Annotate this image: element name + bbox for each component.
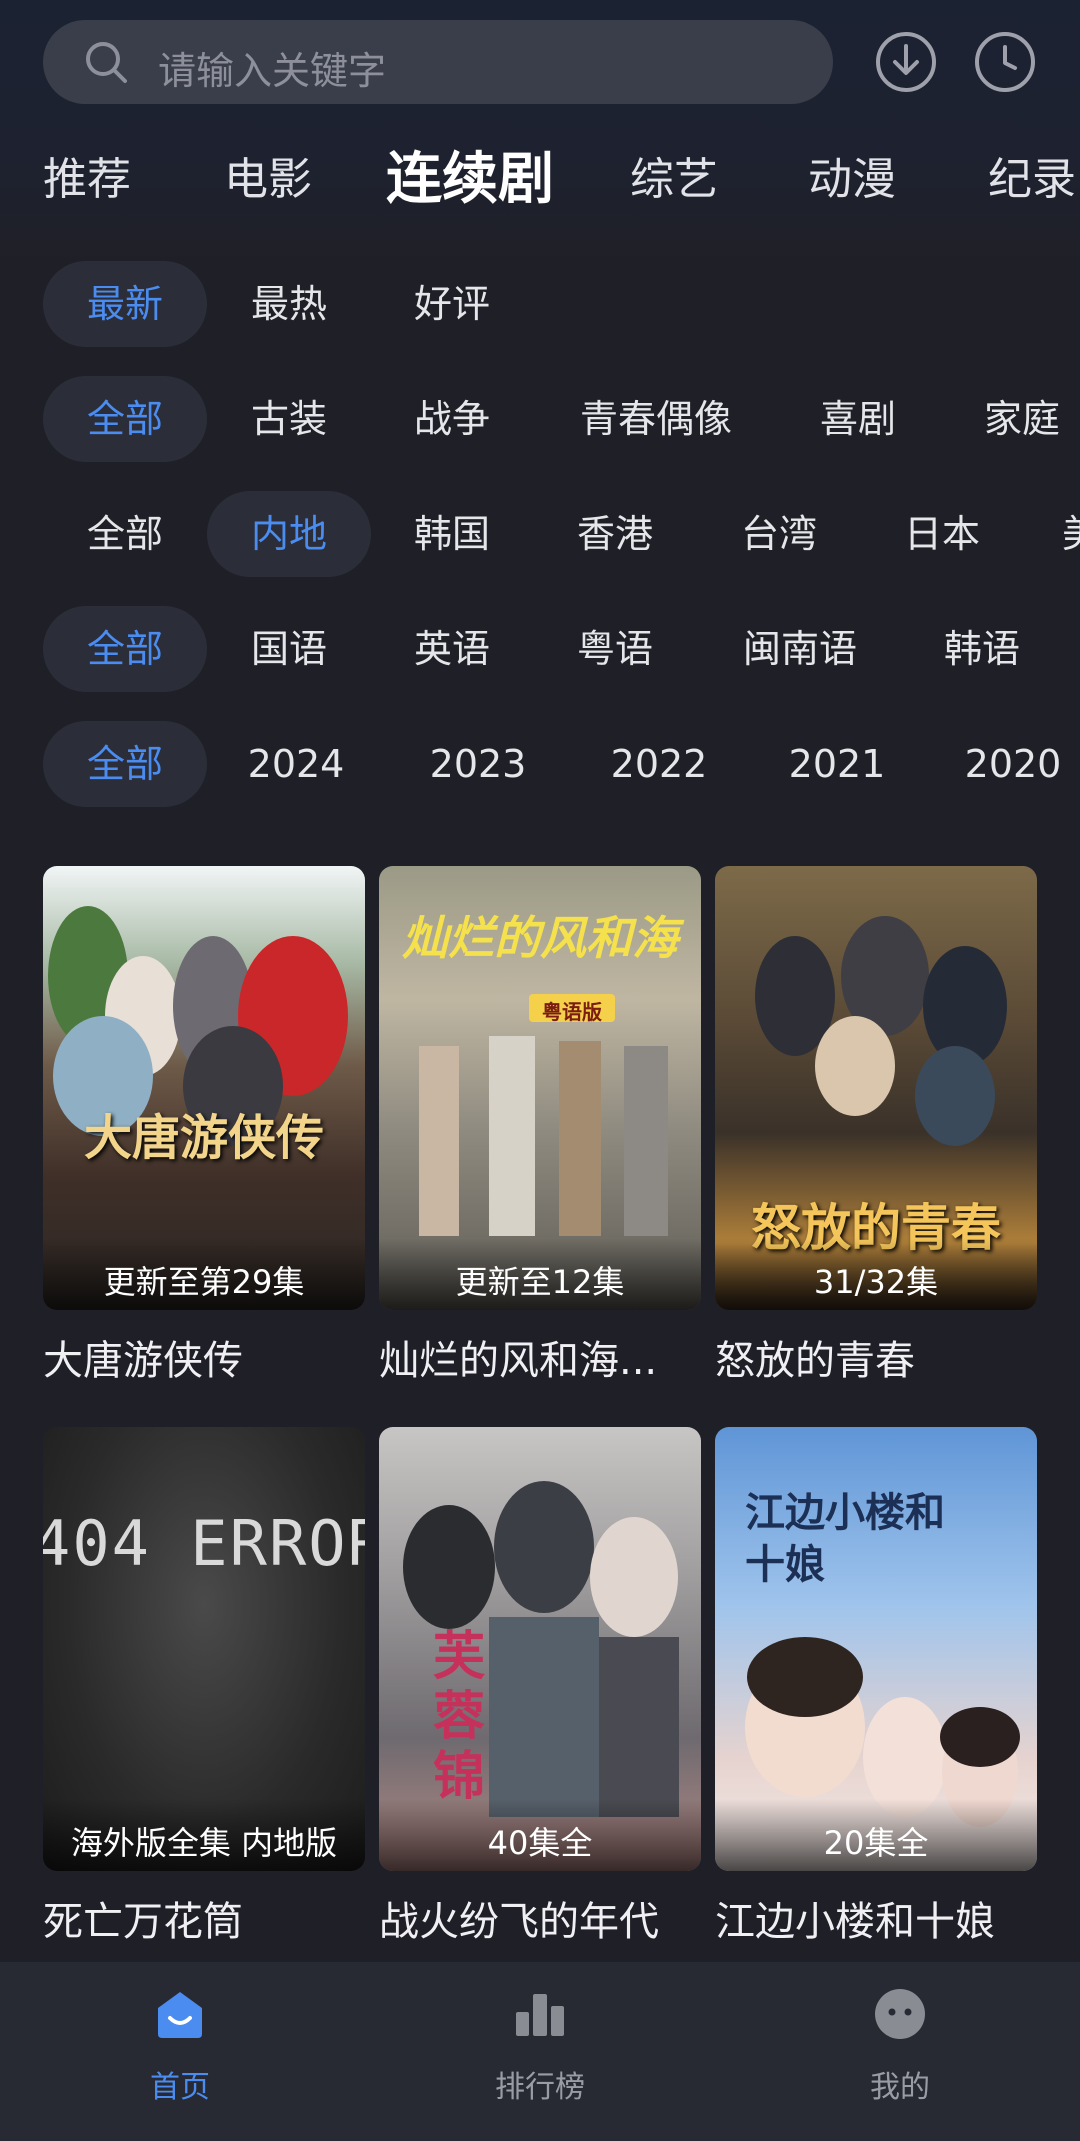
chip-lang-all[interactable]: 全部 <box>43 606 207 692</box>
nav-profile-label: 我的 <box>870 2070 930 2105</box>
card-title[interactable]: 怒放的青春 <box>715 1328 1037 1386</box>
chip-lang-mandarin[interactable]: 国语 <box>207 606 371 692</box>
poster-image[interactable]: 404 ERROR NOT FOUND 海外版全集 内地版 <box>43 1427 365 1871</box>
chip-lang-korean[interactable]: 韩语 <box>900 606 1064 692</box>
chip-year-2024[interactable]: 2024 <box>214 721 378 807</box>
chip-year-2023[interactable]: 2023 <box>396 721 560 807</box>
nav-profile[interactable]: 我的 <box>800 1962 1000 2141</box>
tab-series[interactable]: 连续剧 <box>386 140 554 220</box>
tab-anime[interactable]: 动漫 <box>808 140 896 220</box>
tab-variety[interactable]: 综艺 <box>630 140 718 220</box>
card-title[interactable]: 大唐游侠传 <box>43 1328 365 1386</box>
history-icon[interactable] <box>973 30 1037 94</box>
chip-genre-war[interactable]: 战争 <box>370 376 534 462</box>
search-placeholder: 请输入关键字 <box>158 49 387 93</box>
nav-ranking[interactable]: 排行榜 <box>440 1962 640 2141</box>
poster-title-art: 江边小楼和十娘 <box>745 1489 945 1588</box>
filter-row-language: 全部 国语 英语 粤语 闽南语 韩语 <box>0 606 1080 692</box>
chip-lang-english[interactable]: 英语 <box>370 606 534 692</box>
nav-home-label: 首页 <box>150 2070 210 2105</box>
bottom-nav: 首页 排行榜 我的 <box>0 1962 1080 2141</box>
poster-image[interactable]: 灿烂的风和海 粤语版 更新至12集 <box>379 866 701 1310</box>
card-title[interactable]: 战火纷飞的年代 <box>379 1889 701 1947</box>
filter-row-sort: 最新 最热 好评 <box>0 261 1080 347</box>
chip-sort-rated[interactable]: 好评 <box>370 261 534 347</box>
poster-title-art: 芙蓉锦 <box>432 1626 485 1807</box>
poster-subtitle: 粤语版 <box>542 1000 602 1024</box>
chip-genre-all[interactable]: 全部 <box>43 376 207 462</box>
chip-sort-latest[interactable]: 最新 <box>43 261 207 347</box>
episode-badge: 海外版全集 内地版 <box>43 1799 365 1871</box>
chip-region-hongkong[interactable]: 香港 <box>533 491 697 577</box>
chip-lang-minnan[interactable]: 闽南语 <box>718 606 882 692</box>
chip-region-japan[interactable]: 日本 <box>860 491 1024 577</box>
episode-badge: 更新至第29集 <box>43 1238 365 1310</box>
poster-image[interactable]: 芙蓉锦 40集全 <box>379 1427 701 1871</box>
filter-row-genre: 全部 古装 战争 青春偶像 喜剧 家庭 <box>0 376 1080 462</box>
chip-year-2021[interactable]: 2021 <box>755 721 919 807</box>
chip-region-taiwan[interactable]: 台湾 <box>697 491 861 577</box>
search-row: 请输入关键字 <box>0 14 1080 110</box>
chip-year-2022[interactable]: 2022 <box>577 721 741 807</box>
card-title[interactable]: 灿烂的风和海... <box>379 1328 701 1386</box>
chip-genre-family[interactable]: 家庭 <box>940 376 1080 462</box>
tab-recommend[interactable]: 推荐 <box>43 140 131 220</box>
chip-region-mainland[interactable]: 内地 <box>207 491 371 577</box>
chip-genre-comedy[interactable]: 喜剧 <box>776 376 940 462</box>
chip-lang-cantonese[interactable]: 粤语 <box>533 606 697 692</box>
episode-badge: 20集全 <box>715 1799 1037 1871</box>
download-icon[interactable] <box>874 30 938 94</box>
episode-badge: 40集全 <box>379 1799 701 1871</box>
poster-title-art: 大唐游侠传 <box>83 1110 324 1166</box>
filter-row-year: 全部 2024 2023 2022 2021 2020 <box>0 721 1080 807</box>
tab-movie[interactable]: 电影 <box>224 140 312 220</box>
chip-year-2020[interactable]: 2020 <box>931 721 1080 807</box>
chip-year-all[interactable]: 全部 <box>43 721 207 807</box>
ranking-icon <box>516 1994 564 2036</box>
poster-image[interactable]: 怒放的青春 31/32集 <box>715 866 1037 1310</box>
card-title[interactable]: 江边小楼和十娘 <box>715 1889 1037 1947</box>
episode-badge: 更新至12集 <box>379 1238 701 1310</box>
chip-genre-costume[interactable]: 古装 <box>207 376 371 462</box>
episode-badge: 31/32集 <box>715 1238 1037 1310</box>
filter-row-region: 全部 内地 韩国 香港 台湾 日本 美 <box>0 491 1080 577</box>
card-title[interactable]: 死亡万花筒 <box>43 1889 365 1947</box>
chip-region-korea[interactable]: 韩国 <box>370 491 534 577</box>
chip-genre-youth[interactable]: 青春偶像 <box>548 376 764 462</box>
chip-region-all[interactable]: 全部 <box>43 491 207 577</box>
search-icon <box>86 42 127 83</box>
app-screen: 请输入关键字 推荐 电影 连续剧 综艺 动漫 纪录 最新 最热 好评 全部 古装… <box>0 0 1080 2141</box>
profile-icon <box>875 1989 925 2039</box>
poster-image[interactable]: 江边小楼和十娘 20集全 <box>715 1427 1037 1871</box>
search-input[interactable]: 请输入关键字 <box>43 20 833 104</box>
poster-title-art: 灿烂的风和海 <box>402 911 678 965</box>
poster-image[interactable]: 大唐游侠传 更新至第29集 <box>43 866 365 1310</box>
home-icon <box>158 1992 202 2038</box>
nav-home[interactable]: 首页 <box>80 1962 280 2141</box>
category-nav: 推荐 电影 连续剧 综艺 动漫 纪录 <box>0 140 1080 220</box>
nav-ranking-label: 排行榜 <box>495 2070 585 2105</box>
chip-sort-hot[interactable]: 最热 <box>207 261 371 347</box>
tab-documentary[interactable]: 纪录 <box>988 140 1076 220</box>
chip-region-usa[interactable]: 美 <box>1062 491 1080 577</box>
poster-title-art: 404 ERROR NOT FOUND <box>43 1507 365 1580</box>
